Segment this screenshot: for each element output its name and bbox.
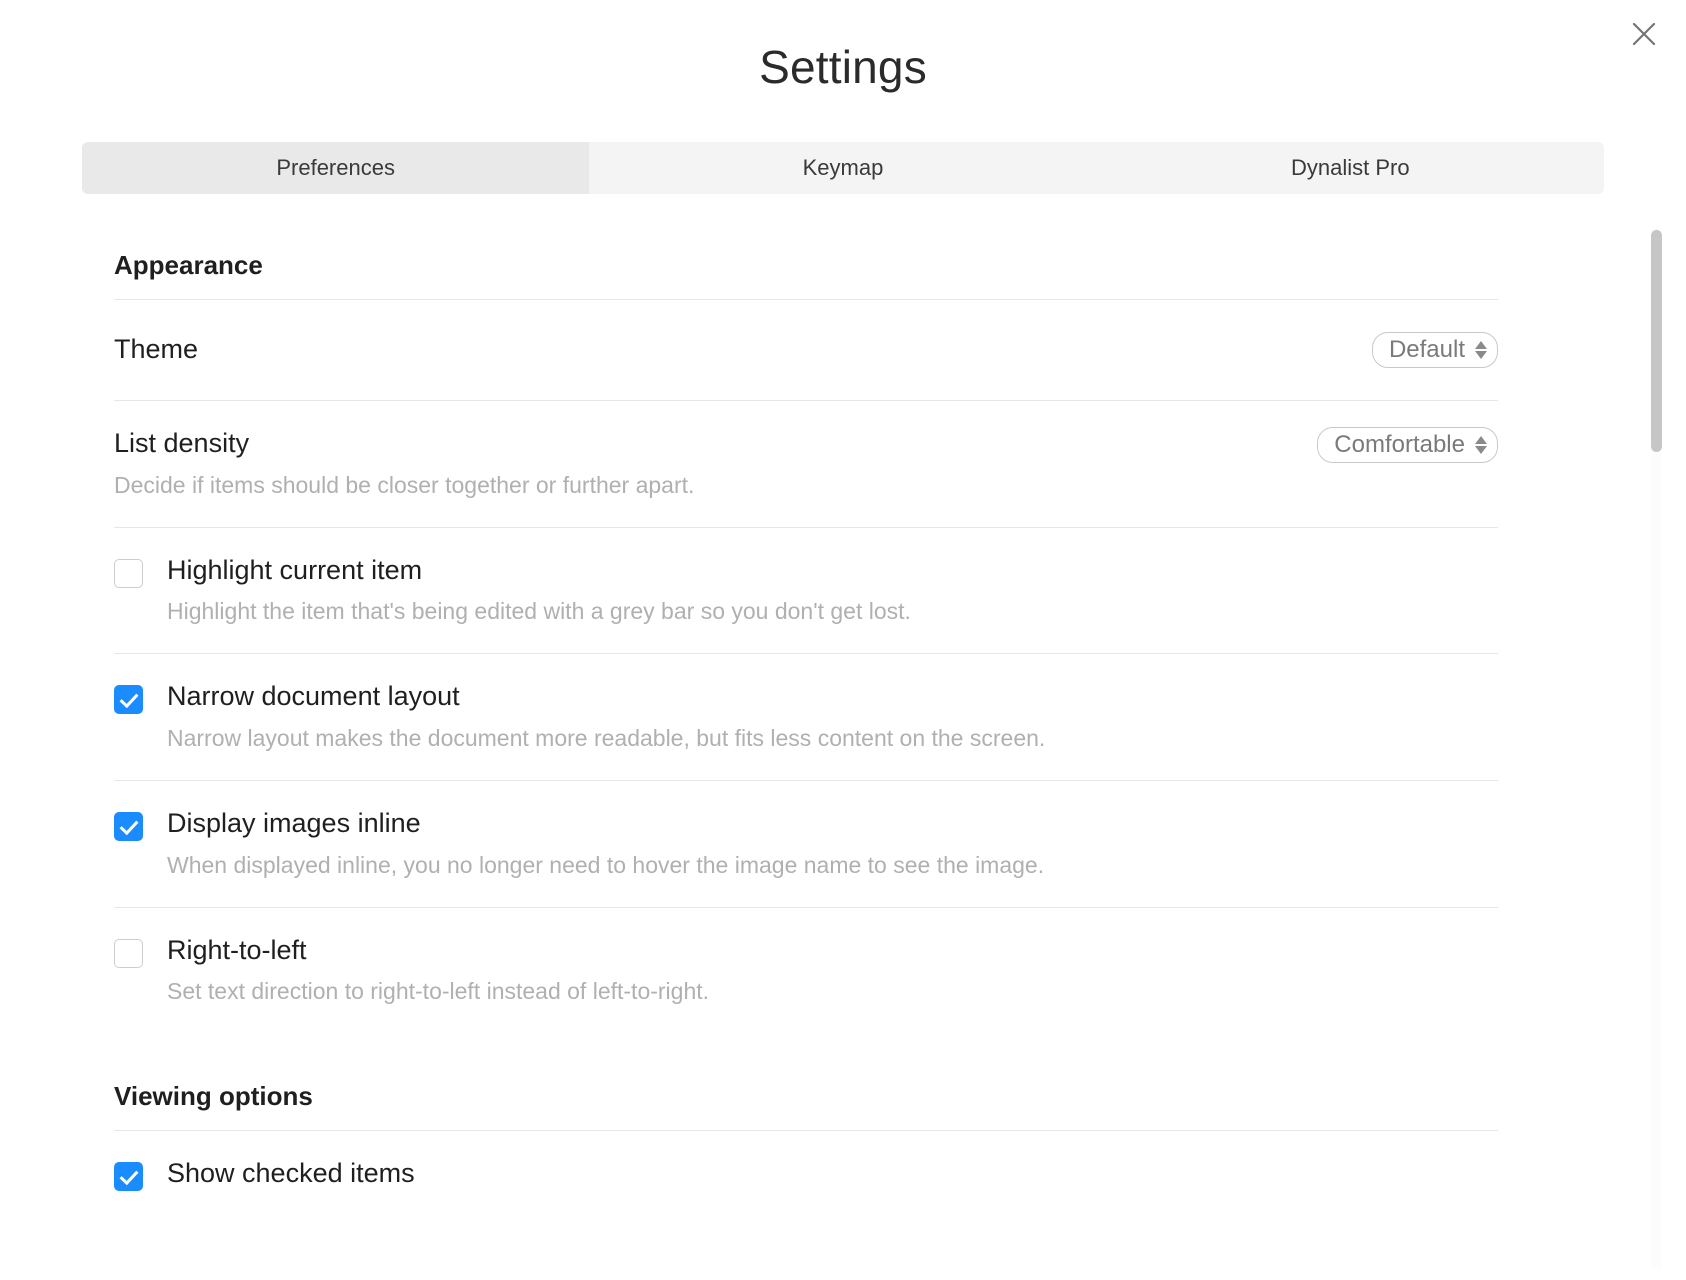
setting-row-highlight-current-item: Highlight current item Highlight the ite… <box>114 528 1498 654</box>
setting-description-right-to-left: Set text direction to right-to-left inst… <box>167 978 710 1005</box>
list-density-select[interactable]: Comfortable <box>1317 427 1498 463</box>
setting-label-narrow-document-layout: Narrow document layout <box>167 681 460 712</box>
section-heading-viewing-options: Viewing options <box>114 1081 313 1112</box>
tab-label: Dynalist Pro <box>1291 155 1410 180</box>
scrollbar-thumb[interactable] <box>1651 230 1662 452</box>
setting-description-highlight-current-item: Highlight the item that's being edited w… <box>167 598 911 625</box>
setting-label-highlight-current-item: Highlight current item <box>167 554 423 585</box>
checkbox-display-images-inline[interactable] <box>114 811 143 841</box>
setting-row-show-checked-items: Show checked items <box>114 1131 1498 1223</box>
setting-row-narrow-document-layout: Narrow document layout Narrow layout mak… <box>114 654 1498 780</box>
setting-label-display-images-inline: Display images inline <box>167 807 421 838</box>
setting-description-display-images-inline: When displayed inline, you no longer nee… <box>167 851 1045 878</box>
setting-row-theme: Theme Default <box>114 300 1498 400</box>
checkbox-right-to-left[interactable] <box>114 938 143 968</box>
setting-label-list-density: List density <box>114 428 250 458</box>
checkbox-highlight-current-item[interactable] <box>114 558 143 588</box>
settings-dialog: Settings Preferences Keymap Dynalist Pro… <box>0 0 1686 1280</box>
setting-label-show-checked-items: Show checked items <box>167 1158 415 1189</box>
checkbox-narrow-document-layout[interactable] <box>114 685 143 715</box>
stepper-arrows-icon <box>1475 341 1487 359</box>
tab-dynalist-pro[interactable]: Dynalist Pro <box>1096 142 1604 194</box>
tab-keymap[interactable]: Keymap <box>589 142 1097 194</box>
tab-label: Keymap <box>802 155 884 180</box>
list-density-select-value: Comfortable <box>1334 431 1465 458</box>
scrollbar-track[interactable] <box>1651 228 1662 1270</box>
tab-preferences[interactable]: Preferences <box>82 142 590 194</box>
theme-select[interactable]: Default <box>1371 332 1498 368</box>
checkbox-show-checked-items[interactable] <box>114 1162 143 1192</box>
tab-label: Preferences <box>276 155 395 180</box>
setting-label-theme: Theme <box>114 334 199 365</box>
setting-description-narrow-document-layout: Narrow layout makes the document more re… <box>167 725 1046 752</box>
setting-description-list-density: Decide if items should be closer togethe… <box>114 471 695 498</box>
close-button[interactable] <box>1622 12 1666 56</box>
stepper-arrows-icon <box>1475 436 1487 454</box>
section-heading-appearance: Appearance <box>114 250 263 280</box>
page-title: Settings <box>759 41 927 93</box>
settings-scroll-area: Appearance Theme Default List density De… <box>0 228 1686 1280</box>
setting-row-right-to-left: Right-to-left Set text direction to righ… <box>114 908 1498 1034</box>
setting-label-right-to-left: Right-to-left <box>167 934 307 965</box>
close-icon <box>1631 21 1657 47</box>
setting-row-list-density: List density Decide if items should be c… <box>114 401 1498 527</box>
setting-row-display-images-inline: Display images inline When displayed inl… <box>114 781 1498 907</box>
theme-select-value: Default <box>1388 336 1465 363</box>
settings-tabs: Preferences Keymap Dynalist Pro <box>82 142 1604 194</box>
